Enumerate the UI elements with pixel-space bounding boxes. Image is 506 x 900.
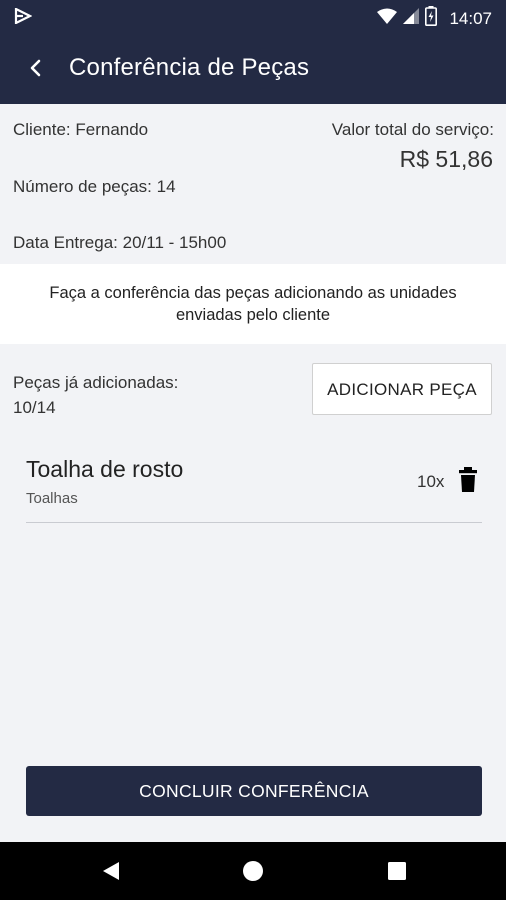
signal-icon <box>403 8 420 29</box>
system-nav-bar <box>0 842 506 900</box>
total-value: R$ 51,86 <box>399 146 493 172</box>
instructions-text: Faça a conferência das peças adicionando… <box>49 284 457 324</box>
status-bar: 14:07 <box>0 0 506 32</box>
item-name: Toalha de rosto <box>26 456 184 482</box>
back-chevron-icon[interactable] <box>22 54 50 82</box>
home-circle-icon[interactable] <box>242 860 264 882</box>
list-item[interactable]: Toalha de rosto Toalhas 10x <box>26 450 482 523</box>
add-piece-button[interactable]: ADICIONAR PEÇA <box>312 363 492 415</box>
added-pieces-label: Peças já adicionadas: 10/14 <box>13 370 178 420</box>
added-pieces-count: 10/14 <box>13 398 56 417</box>
instructions-panel: Faça a conferência das peças adicionando… <box>0 264 506 344</box>
wifi-icon <box>377 8 398 29</box>
conclude-check-button[interactable]: CONCLUIR CONFERÊNCIA <box>26 766 482 816</box>
back-triangle-icon[interactable] <box>100 860 122 882</box>
item-quantity: 10x <box>417 472 445 491</box>
page-title: Conferência de Peças <box>69 54 310 81</box>
added-pieces-row: Peças já adicionadas: 10/14 ADICIONAR PE… <box>0 344 506 430</box>
delivery-date-label: Data Entrega: 20/11 - 15h00 <box>13 233 227 252</box>
app-play-icon <box>14 7 33 29</box>
pieces-count-label: Número de peças: 14 <box>13 177 176 196</box>
item-category: Toalhas <box>26 490 78 507</box>
trash-icon[interactable] <box>456 466 480 494</box>
app-bar: Conferência de Peças <box>0 32 506 104</box>
added-pieces-caption: Peças já adicionadas: <box>13 373 179 392</box>
service-summary: Cliente: Fernando Número de peças: 14 Da… <box>0 104 506 264</box>
battery-icon <box>425 6 438 31</box>
clock: 14:07 <box>449 8 492 28</box>
recents-square-icon[interactable] <box>386 860 408 882</box>
client-label: Cliente: Fernando <box>13 120 149 139</box>
total-label: Valor total do serviço: <box>331 120 494 139</box>
